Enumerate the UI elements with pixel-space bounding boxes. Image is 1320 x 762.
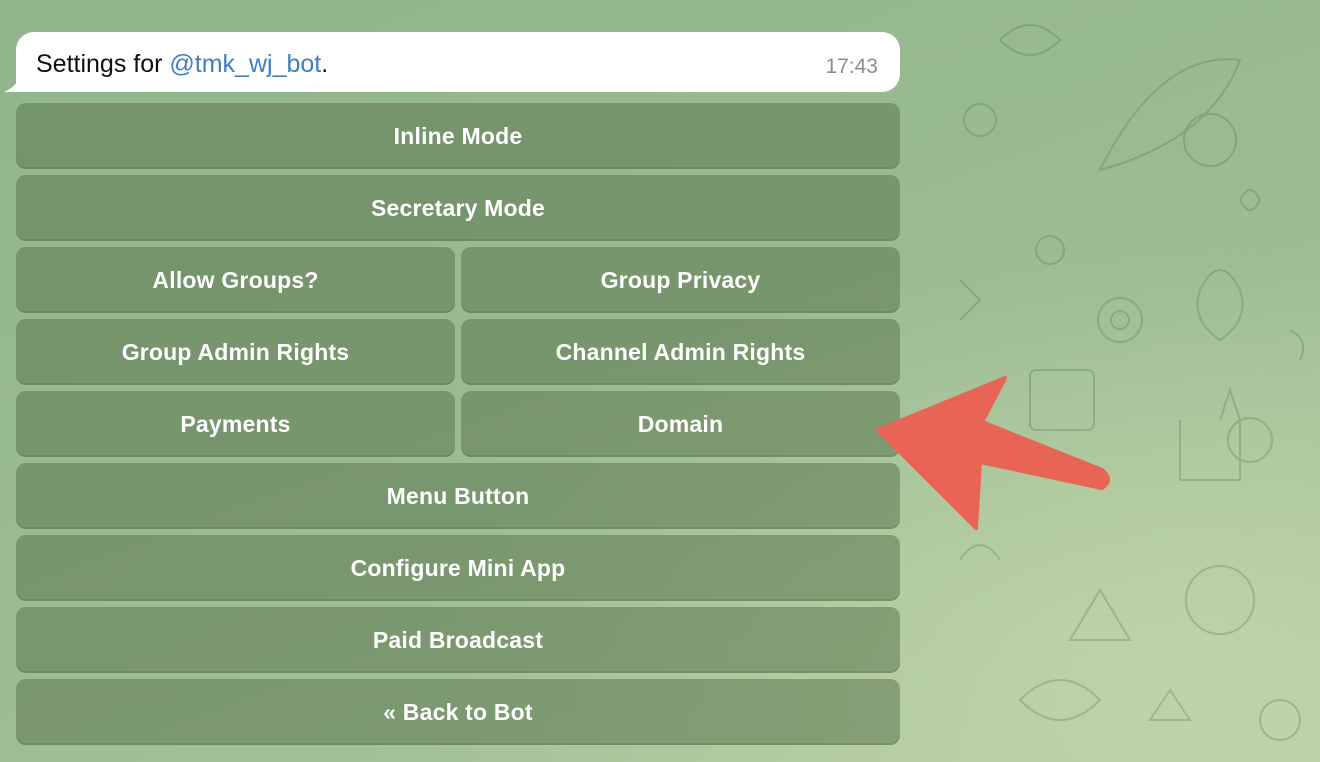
keyboard-row: Allow Groups? Group Privacy — [16, 247, 900, 313]
message-prefix: Settings for — [36, 50, 170, 78]
keyboard-row: Paid Broadcast — [16, 607, 900, 673]
message-text: Settings for @tmk_wj_bot. — [36, 50, 328, 79]
configure-mini-app-button[interactable]: Configure Mini App — [16, 535, 900, 601]
back-to-bot-button[interactable]: « Back to Bot — [16, 679, 900, 745]
paid-broadcast-button[interactable]: Paid Broadcast — [16, 607, 900, 673]
annotation-arrow-icon — [876, 376, 1110, 530]
inline-mode-button[interactable]: Inline Mode — [16, 103, 900, 169]
bot-mention-link[interactable]: @tmk_wj_bot — [169, 50, 321, 78]
message-suffix: . — [321, 50, 329, 78]
channel-admin-rights-button[interactable]: Channel Admin Rights — [461, 319, 900, 385]
payments-button[interactable]: Payments — [16, 391, 455, 457]
group-admin-rights-button[interactable]: Group Admin Rights — [16, 319, 455, 385]
allow-groups-button[interactable]: Allow Groups? — [16, 247, 455, 313]
message-timestamp: 17:43 — [825, 55, 878, 78]
secretary-mode-button[interactable]: Secretary Mode — [16, 175, 900, 241]
keyboard-row: Inline Mode — [16, 103, 900, 169]
keyboard-row: Secretary Mode — [16, 175, 900, 241]
menu-button-button[interactable]: Menu Button — [16, 463, 900, 529]
keyboard-row: Group Admin Rights Channel Admin Rights — [16, 319, 900, 385]
domain-button[interactable]: Domain — [461, 391, 900, 457]
keyboard-row: « Back to Bot — [16, 679, 900, 745]
group-privacy-button[interactable]: Group Privacy — [461, 247, 900, 313]
keyboard-row: Payments Domain — [16, 391, 900, 457]
keyboard-row: Configure Mini App — [16, 535, 900, 601]
bot-message-bubble: Settings for @tmk_wj_bot. 17:43 — [16, 32, 900, 92]
keyboard-row: Menu Button — [16, 463, 900, 529]
